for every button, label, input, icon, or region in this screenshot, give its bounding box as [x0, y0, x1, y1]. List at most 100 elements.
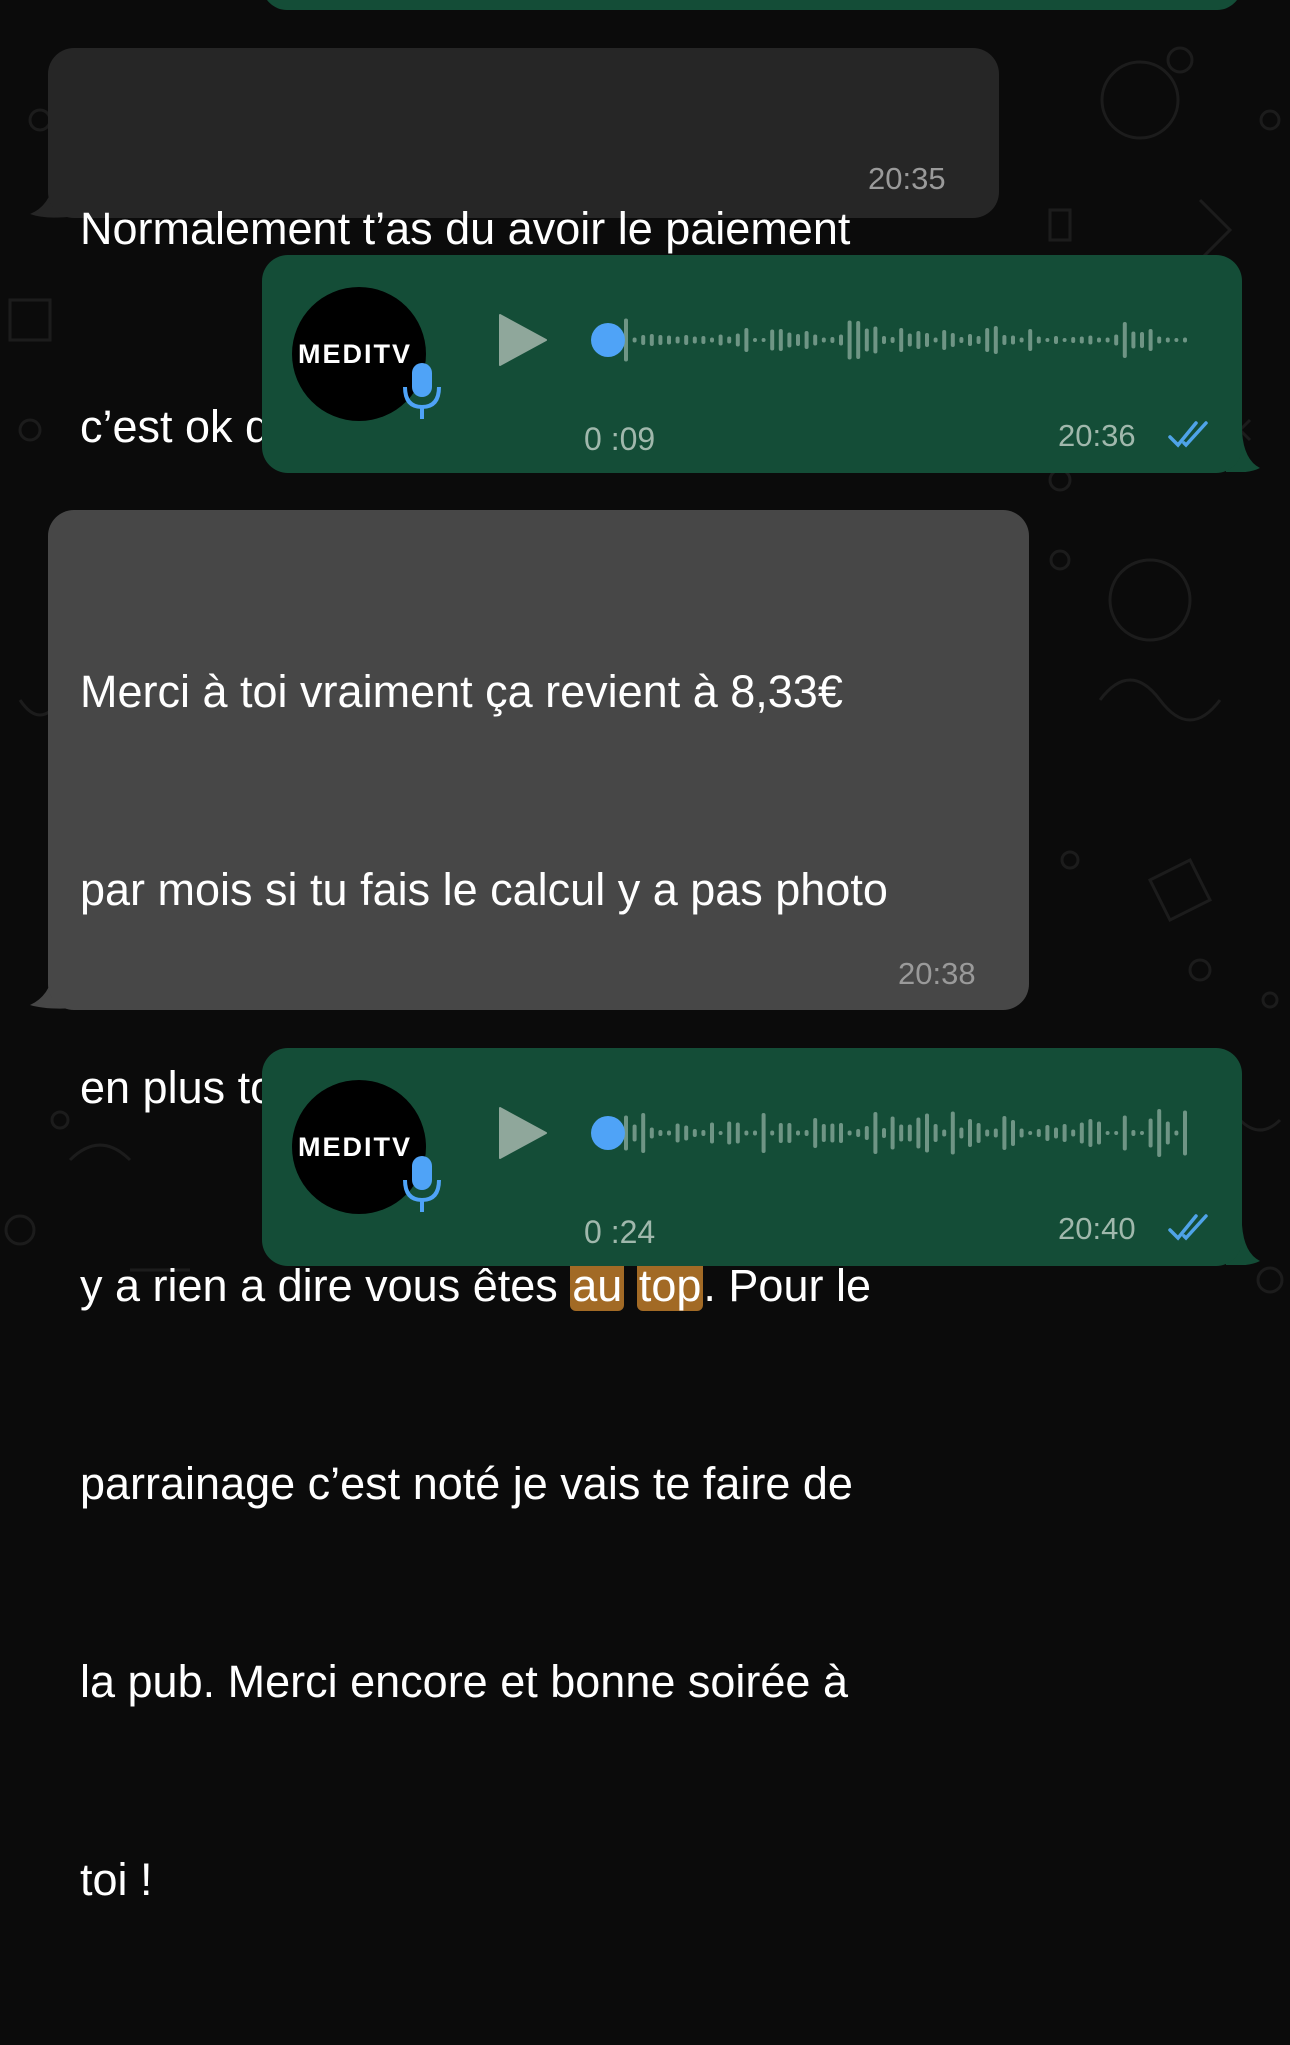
waveform-bar [675, 336, 680, 344]
message-time: 20:38 [898, 956, 976, 991]
waveform[interactable] [588, 1103, 1198, 1163]
waveform-bar [882, 336, 886, 344]
waveform-bar [959, 1127, 964, 1139]
message-text-segment [624, 1260, 637, 1311]
waveform-bar [830, 337, 835, 343]
waveform-bar [916, 1117, 921, 1149]
playhead-dot [591, 323, 625, 357]
waveform-bar [1131, 331, 1136, 349]
waveform-bar [1165, 337, 1170, 343]
waveform-bar [933, 337, 938, 343]
waveform-bar [1079, 1122, 1084, 1144]
waveform-bar [856, 321, 861, 359]
waveform-bar [649, 334, 654, 346]
waveform-bar [985, 1129, 990, 1137]
message-line: parrainage c’est noté je vais te faire d… [80, 1458, 853, 1509]
waveform-bar [976, 1123, 981, 1143]
waveform-bar [1105, 1131, 1110, 1135]
play-icon[interactable] [498, 1106, 550, 1160]
waveform-bar [727, 1121, 732, 1145]
message-line: Normalement t’as du avoir le paiement [80, 203, 851, 254]
waveform-bar [658, 335, 663, 345]
waveform-bar [907, 333, 912, 347]
waveform-bar [684, 335, 689, 345]
waveform-bar [667, 335, 671, 345]
waveform-bar [968, 1119, 972, 1147]
waveform-bar [873, 326, 878, 354]
waveform-bar [821, 337, 826, 343]
waveform-bar [1148, 1118, 1153, 1148]
waveform-bar [770, 329, 775, 351]
waveform-bar [1148, 329, 1153, 351]
waveform-bar [925, 333, 929, 347]
message-line: par mois si tu fais le calcul y a pas ph… [80, 864, 888, 915]
waveform-bar [796, 334, 800, 346]
waveform-bar [658, 1130, 663, 1136]
waveform-bar [942, 330, 947, 350]
message-line: Merci à toi vraiment ça revient à 8,33€ [80, 666, 843, 717]
avatar: MEDITV [292, 1080, 441, 1214]
search-highlight: au [570, 1260, 625, 1311]
waveform-bar [1071, 337, 1076, 343]
waveform-bar [1131, 1130, 1136, 1136]
waveform-bar [985, 328, 990, 352]
waveform-bar [882, 1128, 886, 1138]
search-highlight: top [636, 1260, 704, 1311]
voice-message-bubble[interactable]: MEDITV 0 :09 20:36 [262, 255, 1242, 473]
waveform-bar [727, 336, 732, 344]
message-time: 20:36 [1058, 418, 1136, 453]
message-line: la pub. Merci encore et bonne soirée à [80, 1656, 848, 1707]
waveform-bar [1140, 1131, 1144, 1135]
waveform-bar [942, 1129, 947, 1137]
waveform-bar [1062, 1124, 1067, 1142]
waveform-bar [778, 329, 783, 351]
waveform-bar [968, 334, 972, 346]
waveform-bar [804, 331, 809, 349]
waveform-bar [1071, 1129, 1076, 1137]
waveform-bar [950, 1111, 955, 1155]
microphone-icon [403, 1156, 441, 1212]
waveform-bar [1011, 1120, 1015, 1146]
waveform-bar [753, 338, 757, 342]
play-icon[interactable] [498, 313, 550, 367]
waveform-bar [907, 1124, 912, 1142]
waveform-bar [1011, 335, 1015, 345]
waveform-bar [1183, 337, 1187, 343]
waveform-bar [899, 1124, 904, 1142]
voice-duration: 0 :09 [584, 421, 656, 457]
waveform[interactable] [588, 310, 1198, 370]
microphone-icon [403, 363, 441, 419]
waveform-bar [1140, 332, 1144, 348]
playhead-dot [591, 1116, 625, 1150]
double-check-icon [1168, 421, 1208, 448]
waveform-bar [778, 1123, 783, 1143]
waveform-bar [1045, 338, 1050, 342]
waveform-bar [916, 331, 921, 349]
waveform-bar [864, 1126, 869, 1140]
waveform-bar [753, 1130, 757, 1136]
waveform-bar [761, 1113, 766, 1153]
waveform-bar [692, 336, 697, 344]
waveform-bar [1062, 338, 1067, 342]
waveform-bar [649, 1127, 654, 1139]
waveform-bar [641, 335, 646, 345]
waveform-bar [744, 328, 749, 352]
voice-message-bubble[interactable]: MEDITV 0 :24 20:40 [262, 1048, 1242, 1266]
waveform-bar [710, 1122, 714, 1144]
waveform-bar [1165, 1121, 1170, 1145]
message-bubble-incoming[interactable]: Normalement t’as du avoir le paiement c’… [48, 48, 999, 452]
waveform-bar [873, 1112, 878, 1154]
waveform-bar [1036, 336, 1041, 344]
waveform-bar [925, 1113, 929, 1153]
waveform-bar [1045, 1125, 1050, 1141]
waveform-bar [813, 1118, 818, 1148]
waveform-bar [787, 332, 792, 348]
waveform-bar [1122, 322, 1127, 358]
waveform-bar [796, 1130, 800, 1136]
waveform-bar [933, 1124, 938, 1142]
waveform-bar [976, 336, 981, 344]
waveform-bar [950, 333, 955, 347]
waveform-bar [675, 1123, 680, 1143]
message-bubble-incoming[interactable]: Merci à toi vraiment ça revient à 8,33€ … [48, 510, 1029, 1905]
waveform-bar [856, 1129, 861, 1137]
